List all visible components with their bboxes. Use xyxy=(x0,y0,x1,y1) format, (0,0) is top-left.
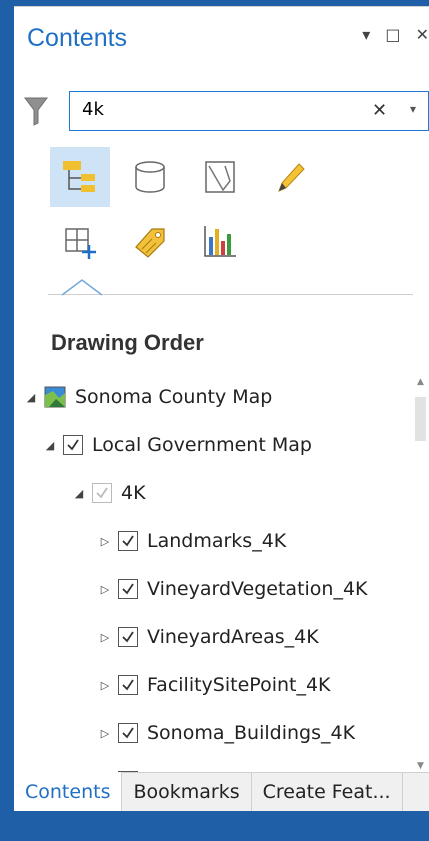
pencil-icon xyxy=(278,163,305,192)
expand-arrow-icon[interactable]: ▷ xyxy=(96,727,114,740)
tree-row-label: Sonoma_Buildings_4K xyxy=(147,722,356,744)
close-icon[interactable]: ✕ xyxy=(416,25,429,44)
visibility-checkbox[interactable] xyxy=(92,483,112,503)
checkmark-icon xyxy=(122,727,134,739)
visibility-checkbox[interactable] xyxy=(118,723,138,743)
tree-row-label: Sonoma County Map xyxy=(75,386,273,408)
contents-pane: Contents ▾ □ ✕ ✕ ▾ xyxy=(14,6,429,811)
scroll-up-arrow-icon[interactable]: ▲ xyxy=(417,377,424,387)
tab-create-feat[interactable]: Create Feat... xyxy=(252,773,403,811)
tree-row[interactable]: ▷ FacilitySitePoint_4K xyxy=(96,665,331,705)
tree-row-label: VineyardAreas_4K xyxy=(147,626,319,648)
tree-row-label: FacilitySitePoint_4K xyxy=(147,674,331,696)
checkmark-icon xyxy=(122,679,134,691)
tree-row-label: 4K xyxy=(121,482,146,504)
expand-arrow-icon[interactable]: ▷ xyxy=(96,535,114,548)
tree-row[interactable]: ▷ VineyardVegetation_4K xyxy=(96,569,368,609)
list-by-editing-button[interactable] xyxy=(260,147,320,207)
expand-arrow-icon[interactable]: ▷ xyxy=(96,679,114,692)
list-by-source-button[interactable] xyxy=(120,147,180,207)
window-buttons: ▾ □ ✕ xyxy=(352,25,429,44)
tree-row[interactable]: ◢ 4K xyxy=(70,473,146,513)
visibility-checkbox[interactable] xyxy=(118,531,138,551)
drawing-order-heading: Drawing Order xyxy=(51,330,204,355)
list-by-charts-button[interactable] xyxy=(190,211,250,271)
bar-chart-icon xyxy=(204,226,236,257)
collapse-arrow-icon[interactable]: ◢ xyxy=(22,391,40,404)
list-by-snapping-button[interactable] xyxy=(50,211,110,271)
visibility-checkbox[interactable] xyxy=(118,627,138,647)
tree-row[interactable]: ◢ Sonoma County Map xyxy=(22,377,273,417)
tree-icon xyxy=(63,161,95,192)
tree-row-label: VineyardVegetation_4K xyxy=(147,578,368,600)
tree-row-label: Local Government Map xyxy=(92,434,312,456)
pane-tabs: Contents Bookmarks Create Feat... xyxy=(14,772,429,811)
checkmark-icon xyxy=(96,487,108,499)
checkmark-icon xyxy=(67,439,79,451)
pane-options-chevron-down-icon[interactable]: ▾ xyxy=(362,25,370,44)
label-tag-icon xyxy=(135,228,165,258)
tab-contents[interactable]: Contents xyxy=(14,772,123,811)
clear-search-icon[interactable]: ✕ xyxy=(372,100,387,121)
expand-arrow-icon[interactable]: ▷ xyxy=(96,583,114,596)
list-by-drawing-order-button[interactable] xyxy=(50,147,110,207)
checkmark-icon xyxy=(122,631,134,643)
selection-icon xyxy=(205,161,235,193)
scroll-down-arrow-icon[interactable]: ▼ xyxy=(417,761,424,771)
search-box[interactable]: ✕ ▾ xyxy=(69,91,429,131)
collapse-toolbar-chevron-up-icon[interactable] xyxy=(62,279,102,297)
pane-title: Contents xyxy=(27,24,128,52)
map-icon xyxy=(44,386,66,408)
tab-bookmarks[interactable]: Bookmarks xyxy=(122,773,252,811)
search-input[interactable] xyxy=(82,99,352,120)
vertical-scrollbar[interactable]: ▲ ▼ xyxy=(412,375,429,773)
layer-tree: ◢ Sonoma County Map ◢ Local Government Map ◢… xyxy=(14,375,409,773)
collapse-arrow-icon[interactable]: ◢ xyxy=(41,439,59,452)
toolbar-divider xyxy=(48,294,413,295)
checkmark-icon xyxy=(122,535,134,547)
database-icon xyxy=(135,161,165,193)
filter-icon[interactable] xyxy=(24,96,48,130)
tree-row[interactable]: ▷ Landmarks_4K xyxy=(96,521,286,561)
list-by-selection-button[interactable] xyxy=(190,147,250,207)
visibility-checkbox[interactable] xyxy=(63,435,83,455)
snapping-icon xyxy=(65,228,96,259)
maximize-icon[interactable]: □ xyxy=(385,25,400,44)
list-by-labeling-button[interactable] xyxy=(120,211,180,271)
collapse-arrow-icon[interactable]: ◢ xyxy=(70,487,88,500)
visibility-checkbox[interactable] xyxy=(118,579,138,599)
scroll-thumb[interactable] xyxy=(415,397,426,441)
search-options-chevron-down-icon[interactable]: ▾ xyxy=(410,102,416,116)
tree-row-label: Landmarks_4K xyxy=(147,530,287,552)
expand-arrow-icon[interactable]: ▷ xyxy=(96,631,114,644)
tree-row[interactable]: ◢ Local Government Map xyxy=(41,425,312,465)
tree-row[interactable]: ▷ VineyardAreas_4K xyxy=(96,617,319,657)
visibility-checkbox[interactable] xyxy=(118,675,138,695)
checkmark-icon xyxy=(122,583,134,595)
tree-row[interactable]: ▷ Sonoma_Buildings_4K xyxy=(96,713,355,753)
